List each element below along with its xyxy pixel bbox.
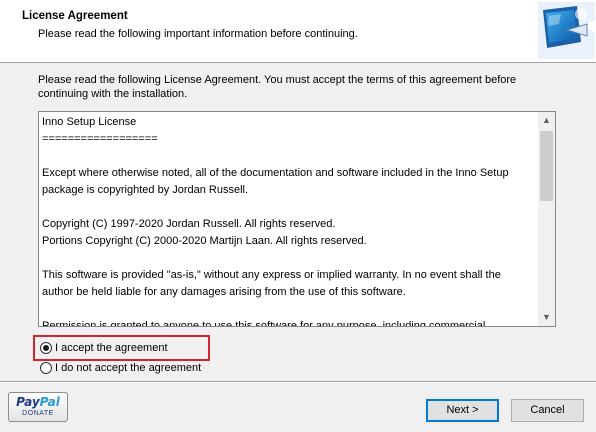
decline-radio-button[interactable]	[40, 362, 52, 374]
license-line: Except where otherwise noted, all of the…	[42, 167, 509, 179]
scroll-up-icon[interactable]: ▲	[538, 112, 555, 129]
page-subtitle: Please read the following important info…	[38, 28, 358, 40]
license-line: Copyright (C) 1997-2020 Jordan Russell. …	[42, 218, 336, 230]
cancel-button[interactable]: Cancel	[511, 399, 584, 422]
next-button[interactable]: Next >	[426, 399, 499, 422]
decline-radio-label[interactable]: I do not accept the agreement	[55, 362, 201, 374]
accept-radio-label[interactable]: I accept the agreement	[55, 342, 168, 354]
wizard-header: License Agreement Please read the follow…	[0, 0, 596, 63]
license-line: package is copyrighted by Jordan Russell…	[42, 184, 249, 196]
license-line	[42, 250, 536, 267]
vertical-scrollbar[interactable]: ▲ ▼	[538, 112, 555, 326]
license-line: Portions Copyright (C) 2000-2020 Martijn…	[42, 235, 367, 247]
license-line: Permission is granted to anyone to use t…	[42, 320, 486, 327]
accept-radio-option[interactable]: I accept the agreement	[40, 340, 168, 356]
paypal-donate-button[interactable]: PayPal DONATE	[8, 392, 68, 422]
license-line: Inno Setup License	[42, 116, 137, 128]
accept-radio-button[interactable]	[40, 342, 52, 354]
paypal-donate-label: DONATE	[22, 410, 54, 417]
license-line	[42, 301, 536, 318]
license-line	[42, 148, 536, 165]
license-line: This software is provided "as-is," witho…	[42, 269, 501, 281]
scrollbar-thumb[interactable]	[540, 131, 553, 201]
license-line	[42, 199, 536, 216]
license-line: author be held liable for any damages ar…	[42, 286, 406, 298]
page-title: License Agreement	[22, 10, 128, 22]
license-text: Inno Setup License ================== Ex…	[42, 114, 536, 327]
license-intro-text: Please read the following License Agreem…	[38, 74, 517, 100]
paypal-logo: PayPal	[16, 395, 60, 409]
decline-radio-option[interactable]: I do not accept the agreement	[40, 360, 201, 376]
license-text-box[interactable]: Inno Setup License ================== Ex…	[38, 111, 556, 327]
footer-divider	[0, 381, 596, 383]
scroll-down-icon[interactable]: ▼	[538, 309, 555, 326]
license-line: ==================	[42, 133, 158, 145]
wizard-computer-icon	[537, 2, 595, 59]
